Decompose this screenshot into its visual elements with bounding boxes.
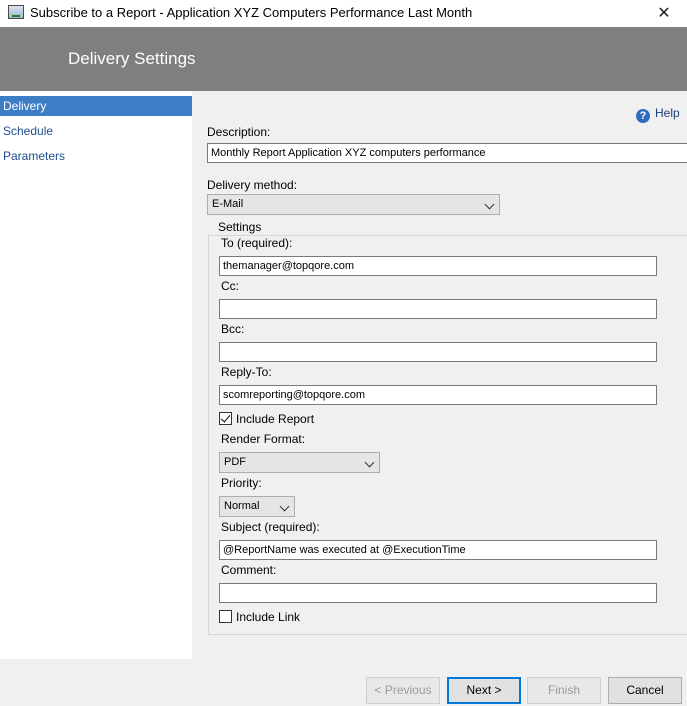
include-report-checkbox[interactable]	[219, 412, 232, 425]
sidebar-item-delivery[interactable]: Delivery	[0, 96, 192, 116]
report-app-icon	[8, 5, 24, 19]
priority-select[interactable]: Normal	[219, 496, 295, 517]
chevron-down-icon	[364, 457, 375, 468]
subject-label: Subject (required):	[221, 520, 320, 534]
sidebar-item-parameters[interactable]: Parameters	[0, 146, 192, 166]
bcc-label: Bcc:	[221, 322, 245, 336]
description-label: Description:	[207, 125, 271, 139]
to-input[interactable]	[219, 256, 657, 276]
previous-button[interactable]: < Previous	[366, 677, 440, 704]
reply-to-input[interactable]	[219, 385, 657, 405]
page-title: Delivery Settings	[68, 49, 196, 68]
delivery-method-label: Delivery method:	[207, 178, 298, 192]
comment-input[interactable]	[219, 583, 657, 603]
page-header: Delivery Settings	[0, 27, 687, 91]
sidebar: Delivery Schedule Parameters	[0, 91, 192, 659]
subject-input[interactable]	[219, 540, 657, 560]
delivery-method-select[interactable]: E-Mail	[207, 194, 500, 215]
delivery-method-value: E-Mail	[212, 198, 244, 210]
next-button[interactable]: Next >	[447, 677, 521, 704]
help-icon: ?	[636, 109, 650, 123]
cc-label: Cc:	[221, 279, 239, 293]
cancel-button[interactable]: Cancel	[608, 677, 682, 704]
help-link[interactable]: ? Help	[636, 105, 680, 123]
render-format-value: PDF	[224, 456, 246, 468]
cc-input[interactable]	[219, 299, 657, 319]
include-link-label: Include Link	[236, 610, 301, 624]
bcc-input[interactable]	[219, 342, 657, 362]
help-label: Help	[655, 106, 680, 120]
render-format-select[interactable]: PDF	[219, 452, 380, 473]
priority-value: Normal	[224, 500, 260, 512]
to-label: To (required):	[221, 236, 293, 250]
chevron-down-icon	[279, 501, 290, 512]
settings-legend: Settings	[216, 220, 264, 234]
render-format-label: Render Format:	[221, 432, 306, 446]
sidebar-item-schedule[interactable]: Schedule	[0, 121, 192, 141]
main-panel: ? Help Description: Delivery method: E-Ma…	[192, 91, 687, 659]
chevron-down-icon	[484, 199, 495, 210]
description-input[interactable]	[207, 143, 687, 163]
title-bar: Subscribe to a Report - Application XYZ …	[0, 0, 687, 27]
include-report-label: Include Report	[236, 412, 315, 426]
comment-label: Comment:	[221, 563, 277, 577]
window-title: Subscribe to a Report - Application XYZ …	[30, 5, 473, 20]
finish-button[interactable]: Finish	[527, 677, 601, 704]
reply-to-label: Reply-To:	[221, 365, 272, 379]
priority-label: Priority:	[221, 476, 262, 490]
close-window-button[interactable]: ✕	[641, 0, 687, 27]
include-link-checkbox[interactable]	[219, 610, 232, 623]
